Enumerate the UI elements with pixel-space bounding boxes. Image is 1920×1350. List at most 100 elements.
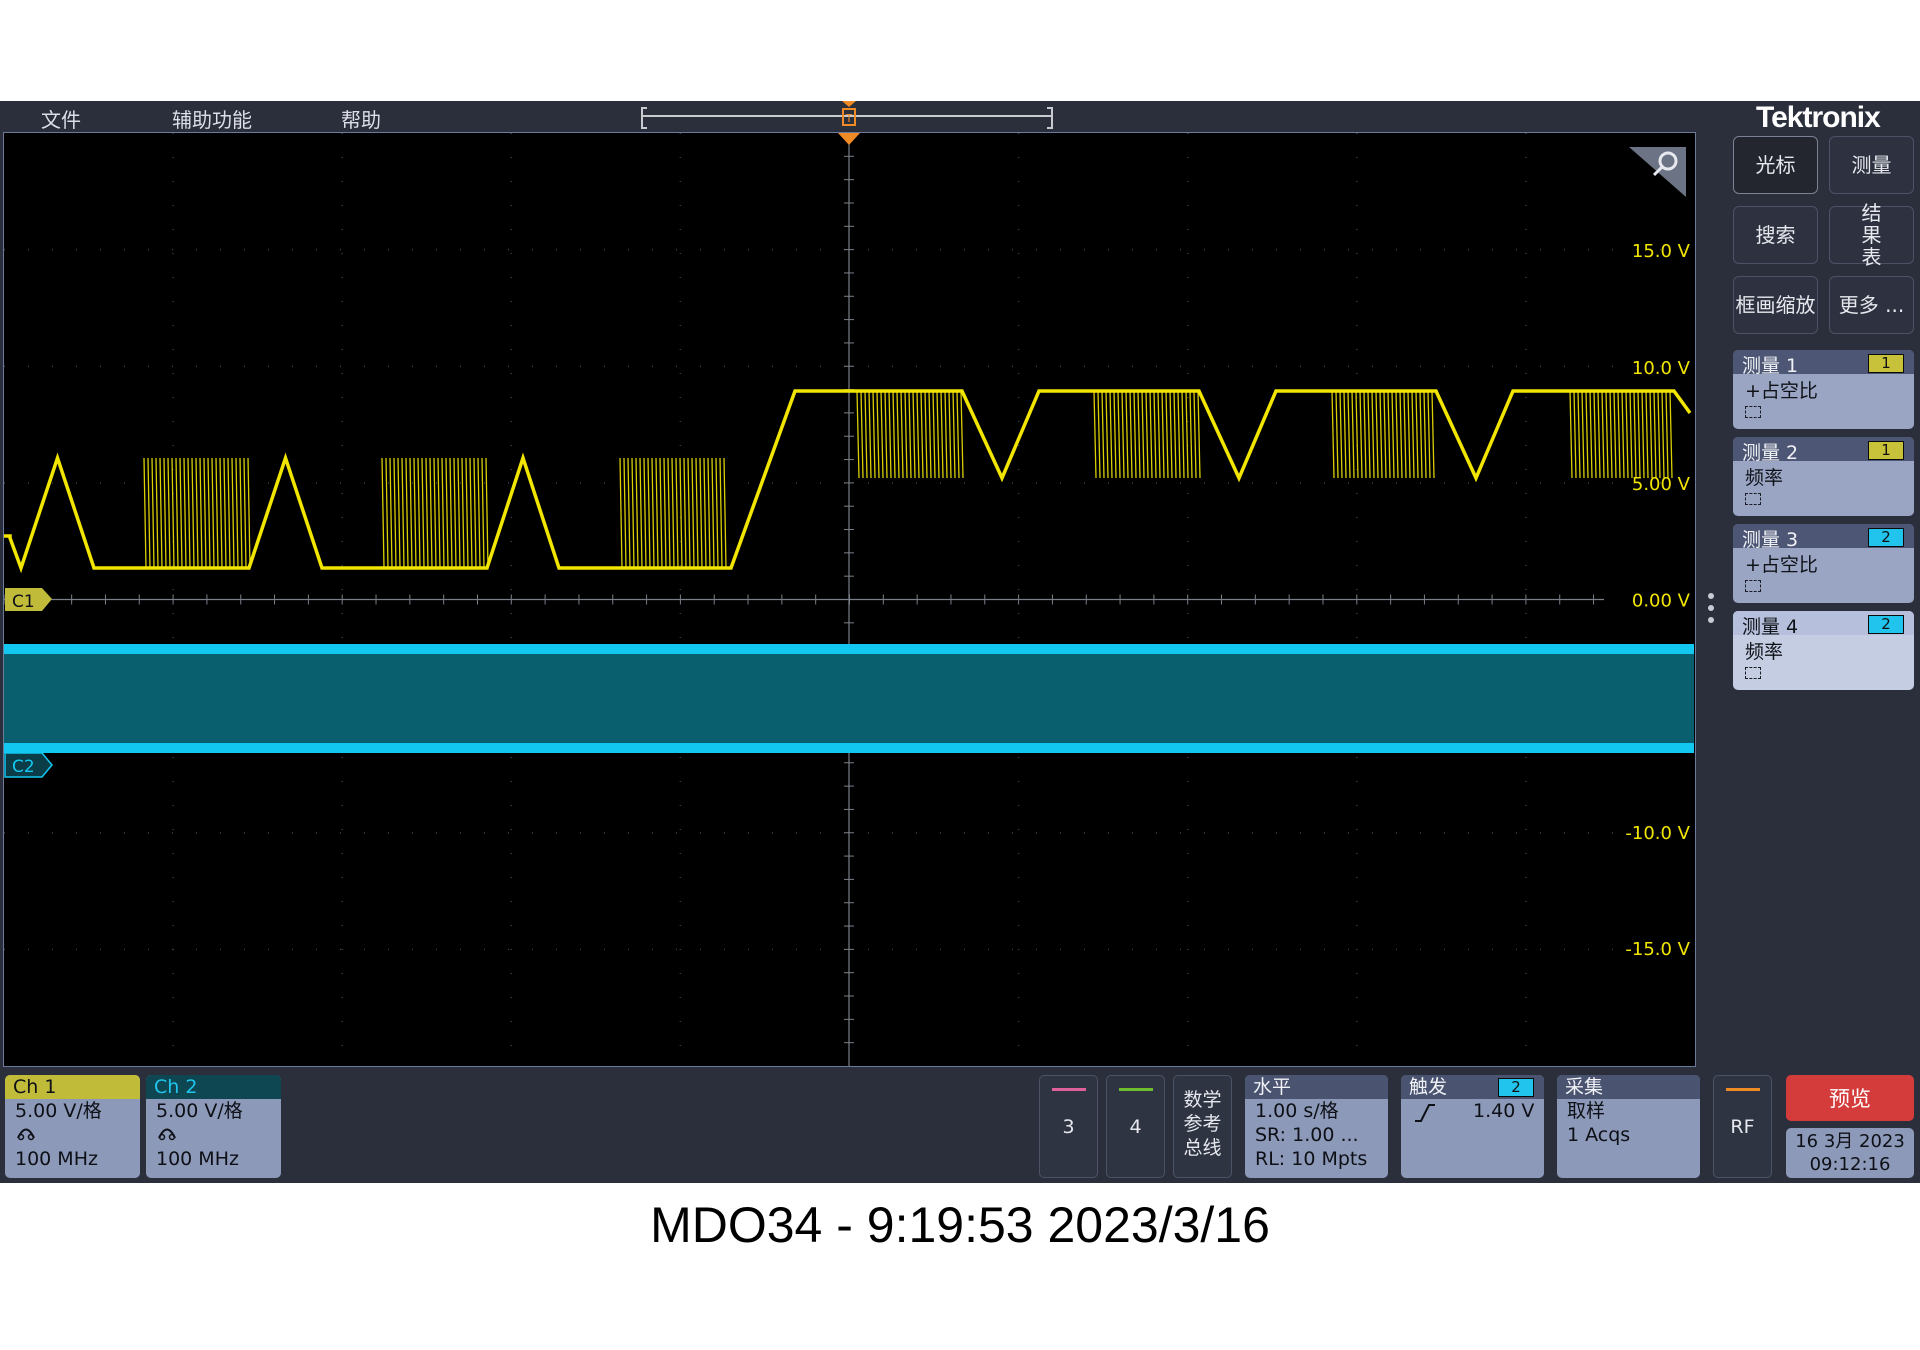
channel-1-scale: 5.00 V/格 — [15, 1100, 102, 1122]
channel-2-badge[interactable]: Ch 2 5.00 V/格 100 MHz — [146, 1075, 281, 1178]
cursor-button[interactable]: 光标 — [1733, 136, 1818, 194]
measurement-badge-3[interactable]: 测量 3 2 +占空比 — [1733, 524, 1914, 603]
menu-help[interactable]: 帮助 — [341, 104, 381, 133]
math-ref-bus-button[interactable]: 数学 参考 总线 — [1173, 1075, 1232, 1178]
measure-button[interactable]: 测量 — [1829, 136, 1914, 194]
ref-label: 参考 — [1183, 1113, 1222, 1135]
channel-2-marker-label: C2 — [12, 757, 35, 777]
measurement-cursor-icon — [1745, 406, 1761, 418]
channel-1-title: Ch 1 — [5, 1075, 140, 1099]
measurement-title: 测量 2 — [1742, 442, 1799, 464]
voltage-scale-label: 15.0 V — [1632, 241, 1691, 262]
voltage-scale-label: 5.00 V — [1632, 474, 1691, 495]
bandwidth-limit-icon — [146, 1123, 281, 1147]
rf-button[interactable]: RF — [1713, 1075, 1772, 1178]
voltage-scale-label: -15.0 V — [1625, 939, 1690, 960]
channel-1-burst — [143, 457, 251, 569]
bandwidth-limit-icon — [5, 1123, 140, 1147]
channel-2-bandwidth: 100 MHz — [156, 1148, 239, 1170]
waveform-display[interactable]: 15.0 V10.0 V5.00 V0.00 V-5.00 V-10.0 V-1… — [3, 132, 1696, 1067]
channel-1-burst — [381, 457, 489, 569]
channel-4-label: 4 — [1129, 1116, 1142, 1138]
channel-2-lower-trace — [4, 743, 1694, 753]
measurement-type: +占空比 — [1745, 380, 1818, 402]
photo-caption: MDO34 - 9:19:53 2023/3/16 — [650, 1197, 1270, 1253]
bus-label: 总线 — [1183, 1137, 1222, 1159]
channel-2-scale: 5.00 V/格 — [156, 1100, 243, 1122]
channel-1-burst — [619, 457, 727, 569]
measurement-badge-4[interactable]: 测量 4 2 频率 — [1733, 611, 1914, 690]
channel-1-bandwidth: 100 MHz — [15, 1148, 98, 1170]
more-button[interactable]: 更多 ... — [1829, 276, 1914, 334]
channel-4-color-line — [1119, 1088, 1153, 1091]
measurement-type: 频率 — [1745, 467, 1784, 489]
time-text: 09:12:16 — [1809, 1154, 1891, 1175]
trigger-badge[interactable]: 触发 2 1.40 V — [1401, 1075, 1544, 1178]
trigger-row: 1.40 V — [1401, 1099, 1544, 1129]
measurement-title: 测量 4 — [1742, 616, 1799, 638]
measurement-type: +占空比 — [1745, 554, 1818, 576]
measurement-source-badge: 2 — [1868, 615, 1904, 634]
measurement-title: 测量 3 — [1742, 529, 1799, 551]
acquire-mode: 取样 — [1567, 1100, 1606, 1122]
scope-window: 文件 辅助功能 帮助 T Tektronix 15.0 V 10.0 V 5.00 … — [0, 101, 1920, 1183]
preview-button[interactable]: 预览 — [1786, 1075, 1914, 1121]
measurement-source-badge: 1 — [1868, 441, 1904, 460]
horizontal-badge[interactable]: 水平 1.00 s/格 SR: 1.00 ... RL: 10 Mpts — [1245, 1075, 1388, 1178]
measurement-badge-1[interactable]: 测量 1 1 +占空比 — [1733, 350, 1914, 429]
measurement-cursor-icon — [1745, 493, 1761, 505]
sample-rate: SR: 1.00 ... — [1255, 1124, 1359, 1146]
channel-3-label: 3 — [1062, 1116, 1075, 1138]
panel-resize-handle-icon[interactable] — [1706, 591, 1716, 627]
measurement-type: 频率 — [1745, 641, 1784, 663]
measurement-badge-2[interactable]: 测量 2 1 频率 — [1733, 437, 1914, 516]
menu-utility[interactable]: 辅助功能 — [172, 104, 252, 133]
record-length: RL: 10 Mpts — [1255, 1148, 1368, 1170]
voltage-scale-label: 0.00 V — [1632, 591, 1691, 612]
datetime-display[interactable]: 16 3月 2023 09:12:16 — [1786, 1128, 1914, 1178]
channel-1-burst — [1569, 390, 1673, 479]
results-table-button-label: 结果表 — [1861, 201, 1882, 269]
search-button-label: 搜索 — [1755, 223, 1796, 247]
measurement-cursor-icon — [1745, 580, 1761, 592]
acquire-badge[interactable]: 采集 取样 1 Acqs — [1557, 1075, 1700, 1178]
rf-label: RF — [1730, 1116, 1755, 1138]
zoom-button[interactable]: 框画缩放 — [1733, 276, 1818, 334]
date-text: 16 3月 2023 — [1795, 1131, 1905, 1152]
search-button[interactable]: 搜索 — [1733, 206, 1818, 264]
tektronix-logo: Tektronix — [1756, 101, 1881, 134]
channel-2-title: Ch 2 — [146, 1075, 281, 1099]
cursor-button-label: 光标 — [1755, 153, 1796, 177]
voltage-scale-label: -10.0 V — [1625, 823, 1690, 844]
channel-1-marker-label: C1 — [12, 592, 35, 612]
measure-button-label: 测量 — [1851, 153, 1892, 177]
voltage-scale-label: 10.0 V — [1632, 358, 1691, 379]
acquire-title: 采集 — [1557, 1075, 1700, 1099]
rising-edge-icon — [1415, 1104, 1435, 1122]
menu-file[interactable]: 文件 — [41, 104, 81, 133]
trigger-header: 触发 2 — [1401, 1075, 1544, 1099]
results-table-button[interactable]: 结果表 — [1829, 202, 1914, 268]
channel-1-burst — [1331, 390, 1435, 479]
more-button-label: 更多 ... — [1838, 293, 1905, 317]
zoom-button-label: 框画缩放 — [1735, 293, 1816, 317]
channel-1-burst — [1093, 390, 1201, 479]
rf-color-line — [1726, 1088, 1760, 1091]
channel-4-button[interactable]: 4 — [1106, 1075, 1165, 1178]
horizontal-title: 水平 — [1245, 1075, 1388, 1099]
preview-label: 预览 — [1829, 1087, 1871, 1111]
math-label: 数学 — [1183, 1089, 1222, 1111]
timeline-right-bracket — [1047, 107, 1053, 129]
measurement-source-badge: 1 — [1868, 354, 1904, 373]
channel-2-upper-trace — [4, 644, 1694, 654]
trigger-time-marker-icon — [838, 133, 860, 145]
horizontal-scale: 1.00 s/格 — [1255, 1100, 1339, 1122]
waveform-graticule: 15.0 V10.0 V5.00 V0.00 V-5.00 V-10.0 V-1… — [4, 133, 1695, 1066]
channel-3-color-line — [1052, 1088, 1086, 1091]
trigger-level: 1.40 V — [1473, 1100, 1535, 1122]
measurement-source-badge: 2 — [1868, 528, 1904, 547]
channel-1-badge[interactable]: Ch 1 5.00 V/格 100 MHz — [5, 1075, 140, 1178]
svg-text:T: T — [845, 112, 853, 125]
trigger-position-marker-icon[interactable]: T — [841, 101, 857, 131]
channel-3-button[interactable]: 3 — [1039, 1075, 1098, 1178]
